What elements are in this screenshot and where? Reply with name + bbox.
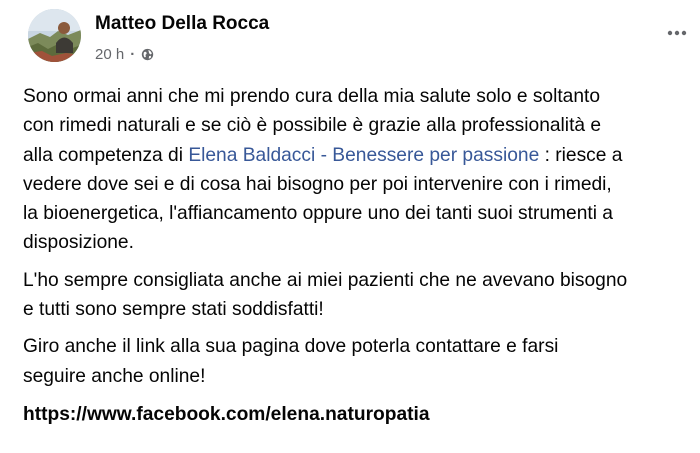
post-text-line: disposizione. [23, 232, 134, 254]
facebook-post-card: Matteo Della Rocca 20 h · Sono ormai ann… [0, 0, 700, 453]
post-text-fragment: : riesce a [539, 144, 623, 166]
post-text-line: e tutti sono sempre stati soddisfatti! [23, 299, 324, 321]
post-text-line: la bioenergetica, l'affiancamento oppure… [23, 203, 613, 225]
post-author-name[interactable]: Matteo Della Rocca [95, 13, 269, 35]
post-text-line: vedere dove sei e di cosa hai bisogno pe… [23, 173, 612, 195]
post-paragraph-2: L'ho sempre consigliata anche ai miei pa… [23, 266, 700, 325]
meta-separator: · [130, 45, 136, 63]
post-text-fragment: alla competenza di [23, 144, 189, 166]
post-text-line: con rimedi naturali e se ciò è possibile… [23, 115, 602, 137]
post-paragraph-3: Giro anche il link alla sua pagina dove … [23, 332, 700, 391]
more-options-button[interactable] [662, 18, 692, 48]
avatar-photo [28, 9, 81, 62]
post-text-line: L'ho sempre consigliata anche ai miei pa… [23, 269, 628, 291]
more-horizontal-icon [667, 30, 687, 36]
avatar[interactable] [28, 9, 81, 62]
globe-icon[interactable] [141, 48, 154, 61]
post-timestamp[interactable]: 20 h [95, 46, 124, 63]
post-text-line: seguire anche online! [23, 365, 206, 387]
post-text-line: Sono ormai anni che mi prendo cura della… [23, 86, 601, 107]
post-text-line-with-mention: alla competenza di Elena Baldacci - Bene… [23, 141, 700, 170]
mention-link[interactable]: Elena Baldacci - Benessere per passione [188, 145, 539, 166]
post-body: Sono ormai anni che mi prendo cura della… [23, 82, 700, 429]
post-text-line: Giro anche il link alla sua pagina dove … [23, 336, 559, 358]
post-url-link[interactable]: https://www.facebook.com/elena.naturopat… [23, 400, 700, 429]
post-meta: 20 h · [95, 44, 154, 64]
post-paragraph-1: Sono ormai anni che mi prendo cura della… [23, 82, 700, 258]
